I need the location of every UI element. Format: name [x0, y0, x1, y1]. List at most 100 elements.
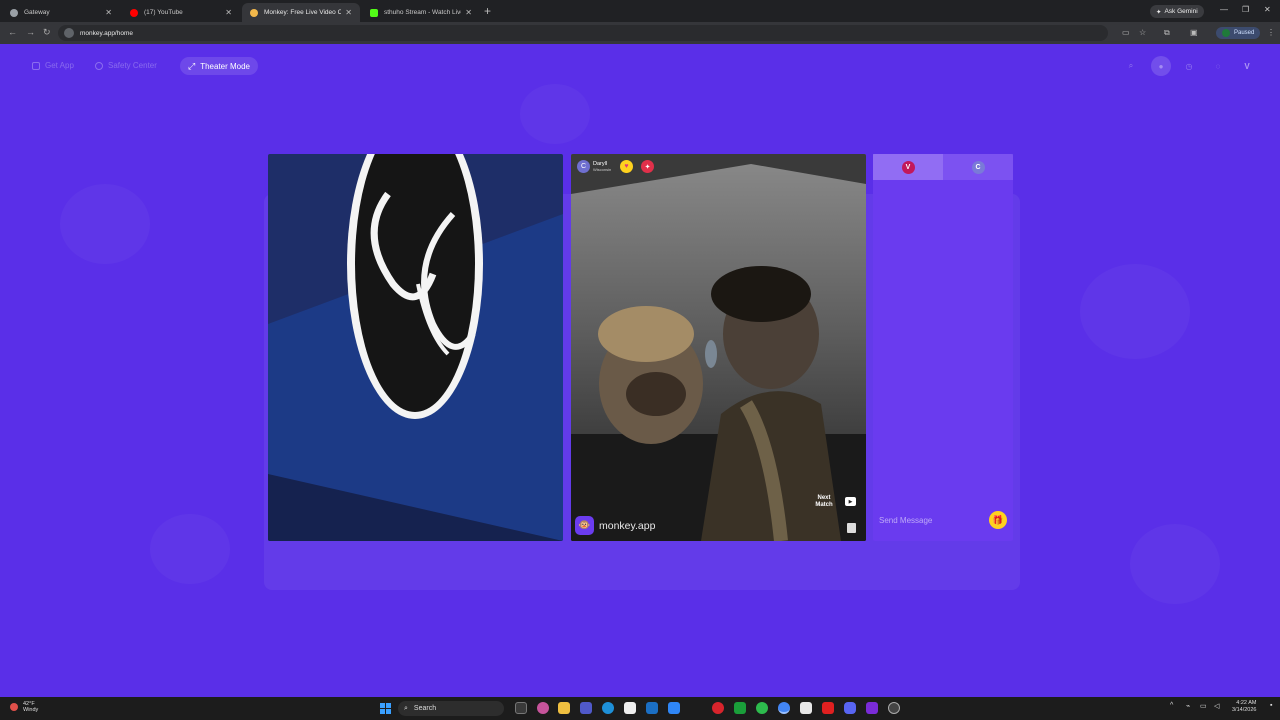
- stranger-video: C Daryll Wisconsin ♥ ✦ Next Match ▶ 🐵 mo…: [571, 154, 866, 541]
- get-app-link[interactable]: Get App: [32, 61, 74, 70]
- send-message-input[interactable]: [879, 515, 989, 525]
- defender-icon[interactable]: [668, 702, 680, 714]
- settings-gear-icon[interactable]: [888, 702, 900, 714]
- self-video: [268, 154, 563, 541]
- address-bar-row: ← → ↻ monkey.app/home ▭ ☆ ⧉ ▣ Paused ⋮: [0, 22, 1280, 44]
- extensions-icon[interactable]: ⧉: [1164, 28, 1170, 38]
- reload-icon[interactable]: ↻: [43, 27, 51, 38]
- url-field[interactable]: monkey.app/home: [58, 25, 1108, 41]
- new-tab-button[interactable]: +: [484, 4, 491, 18]
- background-pattern: [150, 514, 230, 584]
- store-icon[interactable]: [624, 702, 636, 714]
- coin-icon[interactable]: ●: [1151, 56, 1171, 76]
- minimize-icon[interactable]: —: [1220, 5, 1228, 14]
- close-tab-icon[interactable]: ✕: [465, 8, 472, 17]
- close-tab-icon[interactable]: ✕: [225, 8, 232, 17]
- cast-icon[interactable]: ▭: [1122, 28, 1130, 37]
- browser-menu-icon[interactable]: ⋮: [1267, 28, 1275, 37]
- close-tab-icon[interactable]: ✕: [105, 8, 112, 17]
- shield-icon: [95, 61, 103, 70]
- notepad-icon[interactable]: [800, 702, 812, 714]
- weather-widget[interactable]: 42°F Windy: [10, 701, 38, 713]
- tab-peer[interactable]: C: [943, 154, 1013, 180]
- search-icon[interactable]: ⌕: [1124, 59, 1138, 73]
- usb-icon[interactable]: ⌁: [1186, 702, 1190, 710]
- task-view-icon[interactable]: [515, 702, 527, 714]
- tab-monkey[interactable]: Monkey: Free Live Video C ✕: [242, 3, 360, 22]
- tab-label: sthuho Stream - Watch Live on: [384, 9, 461, 16]
- gemini-sparkle-icon: ✦: [1156, 8, 1162, 16]
- outlook-icon[interactable]: [646, 702, 658, 714]
- safety-center-label: Safety Center: [108, 61, 157, 70]
- background-pattern: [60, 184, 150, 264]
- theater-mode-label: Theater Mode: [200, 61, 251, 71]
- youtube-icon[interactable]: ▶: [845, 497, 856, 506]
- start-button[interactable]: [380, 703, 391, 714]
- taskbar-search[interactable]: ⌕ Search: [398, 701, 504, 716]
- obs-icon[interactable]: [866, 702, 878, 714]
- chat-panel: V C 🎁: [873, 154, 1013, 541]
- site-info-icon[interactable]: [64, 28, 74, 38]
- edge-icon[interactable]: [602, 702, 614, 714]
- browser-tab-strip: Gateway ✕ (17) YouTube ✕ Monkey: Free Li…: [0, 0, 1280, 22]
- url-text: monkey.app/home: [80, 29, 133, 37]
- clock-icon[interactable]: ◷: [1182, 59, 1196, 73]
- background-pattern: [1130, 524, 1220, 604]
- ask-gemini-button[interactable]: ✦ Ask Gemini: [1150, 5, 1204, 18]
- show-hidden-icons-icon[interactable]: ^: [1170, 702, 1173, 709]
- network-icon[interactable]: ▭: [1200, 702, 1207, 710]
- chat-icon[interactable]: ◌: [1211, 59, 1225, 73]
- safety-center-link[interactable]: Safety Center: [95, 61, 157, 70]
- close-tab-icon[interactable]: ✕: [345, 8, 352, 17]
- file-explorer-icon[interactable]: [558, 702, 570, 714]
- report-icon[interactable]: [847, 523, 856, 533]
- peer-location: Wisconsin: [593, 166, 612, 172]
- user-avatar[interactable]: V: [1240, 59, 1254, 73]
- restore-icon[interactable]: ❐: [1242, 5, 1249, 14]
- copilot-icon[interactable]: [537, 702, 549, 714]
- close-window-icon[interactable]: ✕: [1264, 5, 1271, 14]
- forward-icon[interactable]: →: [26, 27, 35, 37]
- brand-watermark: 🐵 monkey.app: [575, 516, 655, 535]
- side-panel-icon[interactable]: ▣: [1190, 28, 1198, 37]
- opera-icon[interactable]: [712, 702, 724, 714]
- theater-mode-button[interactable]: ⤢ Theater Mode: [180, 57, 259, 75]
- notifications-icon[interactable]: ▪: [1270, 702, 1272, 709]
- peer-avatar: C: [577, 160, 590, 173]
- profile-status: Paused: [1234, 30, 1255, 36]
- clock-time: 4:22 AM: [1236, 700, 1257, 706]
- weather-desc: Windy: [23, 707, 39, 713]
- next-match-button[interactable]: Next Match: [812, 495, 836, 509]
- tab-label: (17) YouTube: [144, 9, 183, 16]
- volume-icon[interactable]: ◁: [1214, 702, 1219, 710]
- background-pattern: [1080, 264, 1190, 359]
- tab-gateway[interactable]: Gateway ✕: [2, 3, 120, 22]
- profile-button[interactable]: Paused: [1216, 27, 1261, 39]
- chat-tabs: V C: [873, 154, 1013, 180]
- message-composer: 🎁: [875, 507, 1011, 533]
- chrome-icon[interactable]: [778, 702, 790, 714]
- obs-virtual-camera-feed: [268, 154, 563, 541]
- tab-youtube[interactable]: (17) YouTube ✕: [122, 3, 240, 22]
- taskbar-clock[interactable]: 4:22 AM 3/14/2026: [1232, 700, 1256, 714]
- back-icon[interactable]: ←: [8, 27, 17, 37]
- monkey-favicon-icon: [250, 8, 258, 17]
- discord-icon[interactable]: [844, 702, 856, 714]
- xbox-icon[interactable]: [734, 702, 746, 714]
- tab-self[interactable]: V: [873, 154, 943, 180]
- gateway-favicon-icon: [10, 8, 18, 17]
- peer-info[interactable]: C Daryll Wisconsin: [577, 160, 611, 173]
- teams-icon[interactable]: [580, 702, 592, 714]
- bookmark-star-icon[interactable]: ☆: [1139, 28, 1146, 37]
- youtube-favicon-icon: [130, 8, 138, 17]
- tab-kick-stream[interactable]: sthuho Stream - Watch Live on ✕: [362, 3, 480, 22]
- gift-badge-icon[interactable]: ✦: [641, 160, 654, 173]
- recorder-icon[interactable]: [822, 702, 834, 714]
- peer-chat-avatar: C: [971, 160, 985, 174]
- heart-icon[interactable]: ♥: [620, 160, 633, 173]
- gift-icon[interactable]: 🎁: [989, 511, 1007, 529]
- taskbar-search-label: Search: [413, 705, 437, 712]
- spotify-icon[interactable]: [756, 702, 768, 714]
- self-avatar: V: [901, 160, 915, 174]
- expand-icon: ⤢: [188, 60, 196, 71]
